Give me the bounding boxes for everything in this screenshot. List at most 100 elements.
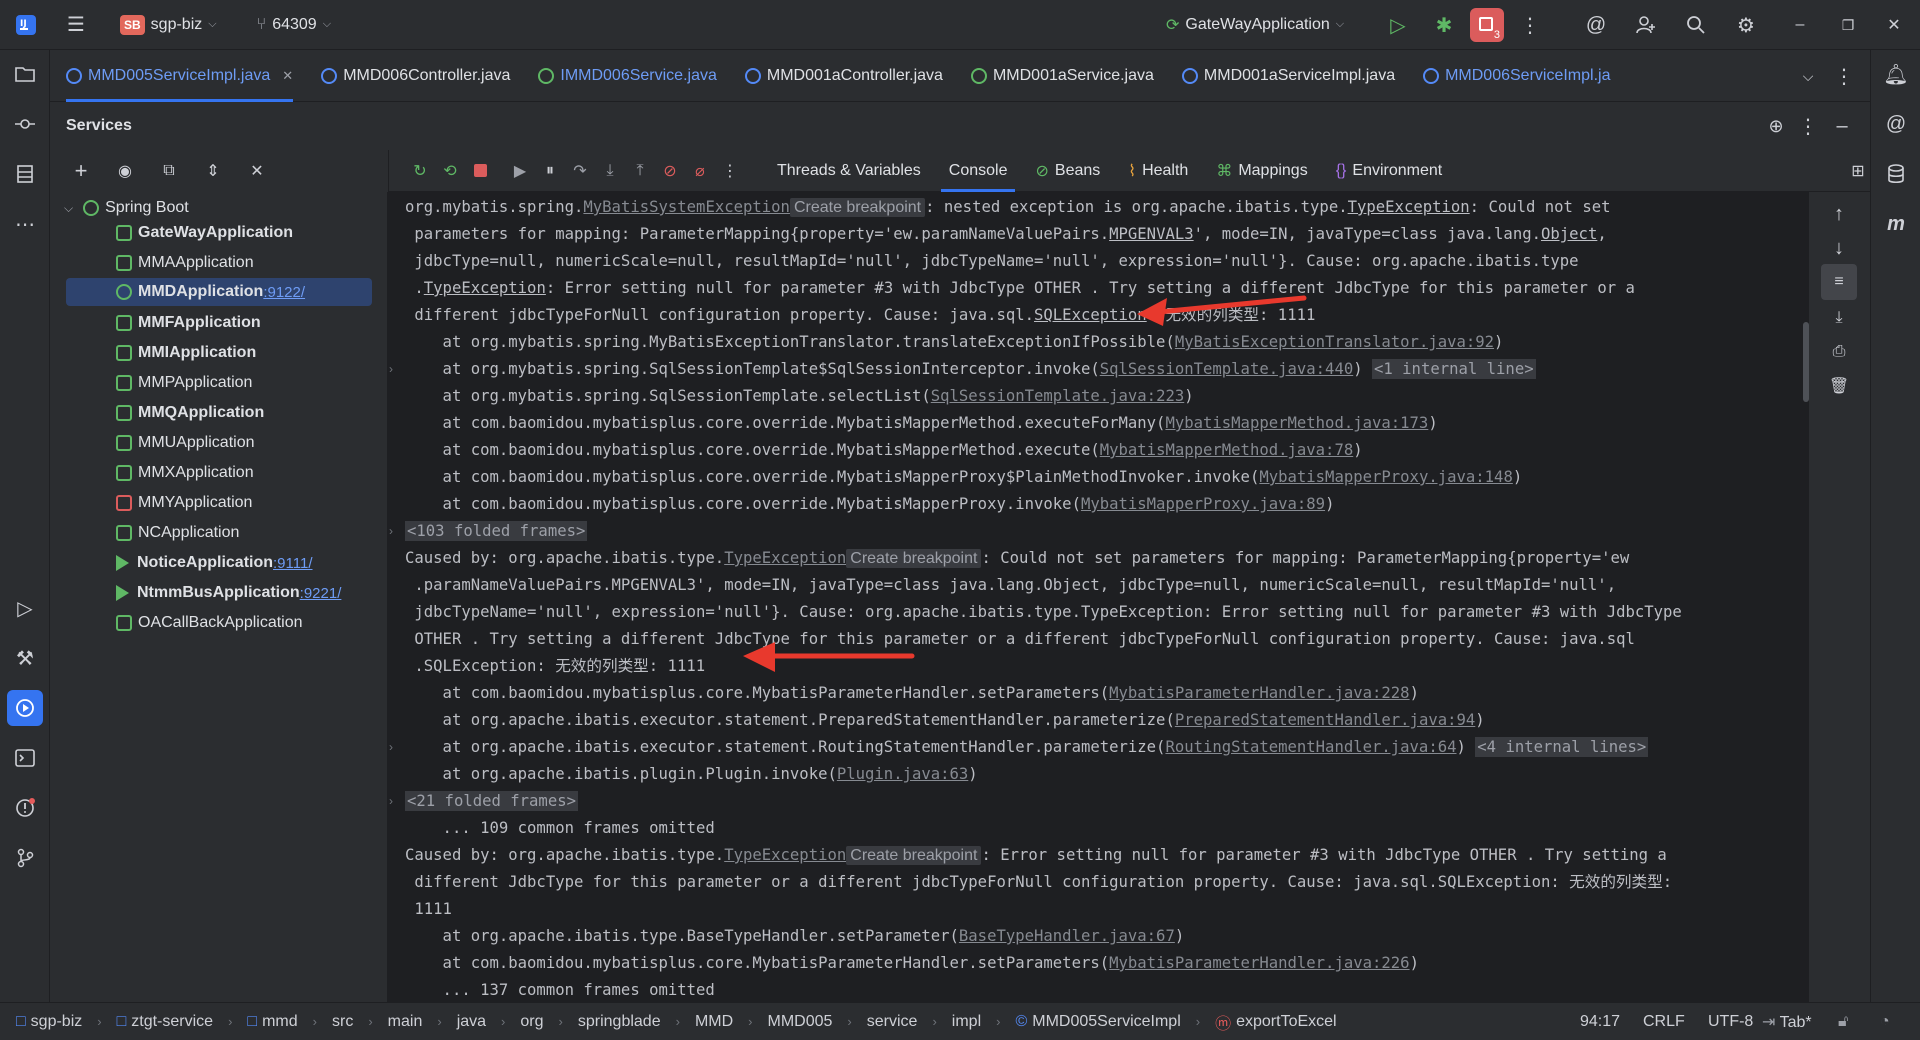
stacktrace-link[interactable]: MybatisMapperProxy.java:89	[1081, 495, 1325, 513]
stacktrace-link[interactable]: Plugin.java:63	[837, 765, 968, 783]
stop-problems-button[interactable]: 3	[1470, 8, 1504, 42]
tree-app-oa-callback[interactable]: OACallBackApplication	[116, 609, 303, 637]
tab-mmd006-controller[interactable]: MMD006Controller.java	[321, 50, 510, 102]
app-port-link[interactable]: :9122/	[263, 284, 305, 301]
scroll-to-end-icon[interactable]: ⤓	[1821, 300, 1857, 336]
line-separator[interactable]: CRLF	[1643, 1013, 1685, 1031]
add-service-icon[interactable]: +	[66, 156, 96, 186]
breadcrumb-item[interactable]: exportToExcel	[1236, 1013, 1337, 1031]
services-tool-icon[interactable]	[7, 690, 43, 726]
create-breakpoint-button[interactable]: Create breakpoint	[846, 549, 982, 568]
tree-group-spring-boot[interactable]: ⌵ Spring Boot	[64, 194, 189, 222]
show-eye-icon[interactable]: ◉	[110, 156, 140, 186]
chevron-right-icon[interactable]: ›	[389, 518, 403, 545]
tab-threads-variables[interactable]: Threads & Variables	[763, 150, 935, 192]
console-output[interactable]: org.mybatis.spring.MyBatisSystemExceptio…	[389, 192, 1809, 1002]
print-icon[interactable]: ⎙	[1821, 334, 1857, 370]
tab-health[interactable]: ⌇ Health	[1114, 150, 1202, 192]
commit-icon[interactable]	[7, 106, 43, 142]
folded-lines[interactable]: <1 internal line>	[1372, 359, 1536, 379]
tab-mappings[interactable]: ⌘ Mappings	[1202, 150, 1321, 192]
arrow-up-icon[interactable]: ↑	[1821, 196, 1857, 232]
collapse-all-icon[interactable]: ✕	[242, 156, 272, 186]
step-over-icon[interactable]: ↷	[565, 156, 595, 186]
stop-icon[interactable]	[465, 156, 495, 186]
stacktrace-link[interactable]: RoutingStatementHandler.java:64	[1165, 738, 1456, 756]
more-tools-icon[interactable]: ⋯	[7, 206, 43, 242]
breadcrumb-item[interactable]: main	[388, 1013, 423, 1031]
layout-icon[interactable]: ⊞	[1843, 156, 1873, 186]
breadcrumb-item[interactable]: impl	[952, 1013, 981, 1031]
tree-app-notice[interactable]: NoticeApplication :9111/	[116, 549, 313, 577]
tab-mmd006-service-impl[interactable]: MMD006ServiceImpl.ja	[1423, 50, 1610, 102]
step-out-icon[interactable]: ⤒	[625, 156, 655, 186]
breadcrumb-item[interactable]: sgp-biz	[31, 1013, 83, 1031]
project-selector[interactable]: SB sgp-biz ⌵	[120, 14, 217, 35]
target-icon[interactable]: ⊕	[1758, 108, 1794, 144]
stacktrace-link[interactable]: SqlSessionTemplate.java:440	[1100, 360, 1353, 378]
stacktrace-link[interactable]: PreparedStatementHandler.java:94	[1175, 711, 1475, 729]
close-tab-icon[interactable]: ✕	[282, 68, 293, 84]
stacktrace-link[interactable]: BaseTypeHandler.java:67	[959, 927, 1175, 945]
tab-immd006-service[interactable]: IMMD006Service.java	[538, 50, 717, 102]
run-config-selector[interactable]: ⟳ GateWayApplication ⌵	[1166, 15, 1344, 35]
mute-breakpoints-icon[interactable]: ⌀	[685, 156, 715, 186]
stacktrace-link[interactable]: MyBatisSystemException	[583, 198, 790, 216]
lock-icon[interactable]: 🔓︎	[1838, 1013, 1848, 1031]
tree-app-mma[interactable]: MMAApplication	[116, 249, 254, 277]
stacktrace-link[interactable]: MybatisMapperProxy.java:148	[1259, 468, 1512, 486]
run-icon[interactable]: ▷	[1380, 7, 1416, 43]
chevron-right-icon[interactable]: ›	[389, 356, 403, 383]
chevron-right-icon[interactable]: ›	[389, 734, 403, 761]
run-tool-icon[interactable]: ▷	[7, 590, 43, 626]
tree-app-mmp[interactable]: MMPApplication	[116, 369, 252, 397]
problems-icon[interactable]	[7, 790, 43, 826]
breadcrumb-item[interactable]: java	[457, 1013, 486, 1031]
stacktrace-link[interactable]: MyBatisExceptionTranslator.java:92	[1175, 333, 1494, 351]
tab-mmd001a-controller[interactable]: MMD001aController.java	[744, 50, 943, 102]
create-breakpoint-button[interactable]: Create breakpoint	[789, 198, 926, 217]
tab-beans[interactable]: ⊘ Beans	[1021, 150, 1114, 192]
structure-icon[interactable]	[7, 156, 43, 192]
settings-gear-icon[interactable]: ⚙	[1728, 7, 1764, 43]
pause-icon[interactable]: ⏸︎	[535, 156, 565, 186]
app-port-link[interactable]: :9221/	[300, 585, 342, 602]
more-icon[interactable]: ⋮	[1512, 7, 1548, 43]
tab-console[interactable]: Console	[935, 150, 1022, 192]
expand-all-icon[interactable]: ⇕	[198, 156, 228, 186]
panel-more-icon[interactable]: ⋮	[1790, 108, 1826, 144]
stacktrace-link[interactable]: MybatisMapperMethod.java:173	[1165, 414, 1428, 432]
arrow-down-icon[interactable]: ↓	[1821, 230, 1857, 266]
resume-icon[interactable]: ▶︎	[505, 156, 535, 186]
hide-panel-icon[interactable]: –	[1824, 108, 1860, 144]
tree-app-mmu[interactable]: MMUApplication	[116, 429, 254, 457]
close-icon[interactable]: ✕	[1876, 7, 1912, 43]
step-into-icon[interactable]: ⤓	[595, 156, 625, 186]
breadcrumb-item[interactable]: service	[867, 1013, 918, 1031]
tree-app-mmq[interactable]: MMQApplication	[116, 399, 264, 427]
breadcrumb-item[interactable]: springblade	[578, 1013, 661, 1031]
build-hammer-icon[interactable]: ⚒	[7, 640, 43, 676]
main-menu-icon[interactable]: ☰	[58, 7, 94, 43]
folded-frames[interactable]: <103 folded frames>	[405, 521, 588, 541]
stacktrace-link[interactable]: MybatisParameterHandler.java:228	[1109, 684, 1409, 702]
minimize-icon[interactable]: –	[1782, 7, 1818, 43]
view-breakpoints-icon[interactable]: ⊘	[655, 156, 685, 186]
tree-app-nc[interactable]: NCApplication	[116, 519, 239, 547]
stacktrace-link[interactable]: MybatisParameterHandler.java:226	[1109, 954, 1409, 972]
tab-mmd001a-service[interactable]: MMD001aService.java	[970, 50, 1154, 102]
folded-frames[interactable]: <21 folded frames>	[405, 791, 578, 811]
memory-indicator-icon[interactable]: ◔	[1880, 1013, 1890, 1031]
stacktrace-link[interactable]: MybatisMapperMethod.java:78	[1100, 441, 1353, 459]
file-encoding[interactable]: UTF-8	[1708, 1013, 1753, 1031]
chevron-right-icon[interactable]: ›	[389, 788, 403, 815]
tabs-more-icon[interactable]: ⋮	[1826, 58, 1862, 94]
indent-setting[interactable]: ⇥ Tab*	[1762, 1012, 1812, 1032]
clear-trash-icon[interactable]: 🗑︎	[1821, 368, 1857, 404]
debug-icon[interactable]: ✱	[1426, 7, 1462, 43]
tree-app-gateway[interactable]: GateWayApplication	[116, 219, 293, 247]
app-port-link[interactable]: :9111/	[273, 555, 312, 572]
tree-app-mmf[interactable]: MMFApplication	[116, 309, 261, 337]
ai-chat-icon[interactable]: @	[1878, 106, 1914, 142]
debug-more-icon[interactable]: ⋮	[715, 156, 745, 186]
